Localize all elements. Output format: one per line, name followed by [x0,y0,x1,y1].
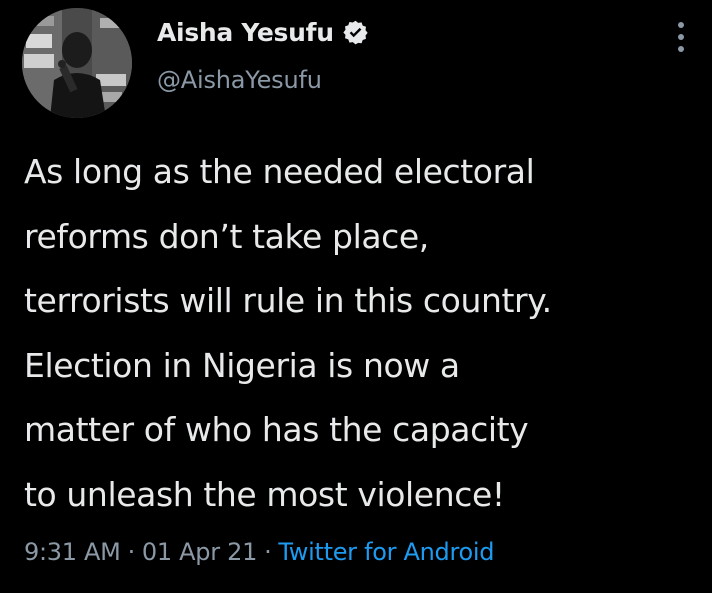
meta-separator: · [264,538,272,566]
tweet-text-line: to unleash the most violence! [24,474,505,514]
tweet-meta: 9:31 AM · 01 Apr 21 · Twitter for Android [24,538,495,566]
name-row: Aisha Yesufu [157,12,369,52]
tweet-text: As long as the needed electoral reforms … [24,140,704,527]
tweet-time[interactable]: 9:31 AM [24,538,121,566]
author-handle[interactable]: @AishaYesufu [157,66,369,94]
verified-badge-icon [343,20,368,44]
tweet-text-line: reforms don’t take place, [24,216,429,256]
tweet-text-line: Election in Nigeria is now a [24,345,460,385]
tweet-text-line: matter of who has the capacity [24,410,529,449]
author-info: Aisha Yesufu @AishaYesufu [157,12,369,94]
tweet-text-line: terrorists will rule in this country. [24,281,552,320]
tweet-date[interactable]: 01 Apr 21 [142,538,257,566]
avatar[interactable] [22,8,132,118]
meta-separator: · [127,538,136,566]
tweet-source-link[interactable]: Twitter for Android [278,538,494,566]
avatar-image [22,8,132,118]
author-display-name[interactable]: Aisha Yesufu [157,18,334,47]
more-options-icon[interactable] [674,22,688,52]
tweet-card: Aisha Yesufu @AishaYesufu As long as the… [0,0,712,593]
tweet-text-line: As long as the needed electoral [24,152,535,191]
